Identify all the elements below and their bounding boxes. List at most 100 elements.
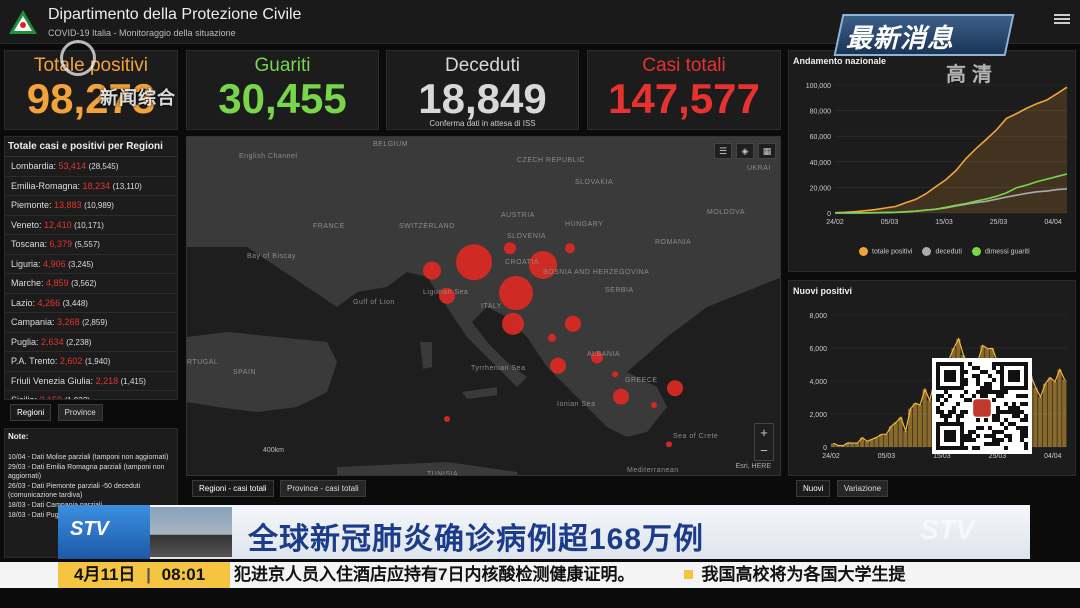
- region-row: Emilia-Romagna: 18,234 (13,110): [5, 177, 177, 196]
- note-line: 10/04 - Dati Molise parziali (tamponi no…: [8, 454, 169, 461]
- tab-nuovi[interactable]: Nuovi: [796, 480, 831, 497]
- case-bubble[interactable]: [456, 244, 492, 281]
- case-bubble[interactable]: [613, 388, 629, 405]
- map-scale: 400km: [263, 447, 285, 454]
- map-label: HUNGARY: [565, 221, 604, 228]
- bar[interactable]: [927, 400, 932, 447]
- region-row: Veneto: 12,410 (10,171): [5, 216, 177, 235]
- case-bubble[interactable]: [667, 380, 683, 397]
- region-positivi: 2,602: [59, 356, 83, 366]
- map-label: AUSTRIA: [501, 212, 535, 219]
- hamburger-menu-icon[interactable]: [1054, 12, 1070, 28]
- layers-icon[interactable]: ◈: [736, 143, 754, 159]
- y-tick-label: 80,000: [810, 109, 832, 116]
- bar[interactable]: [1033, 387, 1038, 447]
- regions-panel[interactable]: Totale casi e positivi per Regioni Lomba…: [4, 136, 178, 400]
- app-title: Dipartimento della Protezione Civile: [48, 6, 302, 23]
- x-tick-label: 04/04: [1044, 219, 1062, 226]
- line-chart: 0 20,000 40,000 60,000 80,000 100,000 24/02 05/…: [806, 83, 1068, 226]
- bar[interactable]: [1038, 396, 1043, 447]
- regions-title: Totale casi e positivi per Regioni: [5, 137, 177, 157]
- map-label: ITALY: [481, 303, 502, 310]
- list-icon[interactable]: ☰: [714, 143, 732, 159]
- case-bubble[interactable]: [502, 312, 524, 335]
- ticker-time: 08:01: [161, 565, 206, 584]
- case-bubble[interactable]: [565, 243, 575, 254]
- region-row: Sicilia: 2,159 (1,932): [5, 391, 177, 399]
- tab-regioni-casi-totali[interactable]: Regioni - casi totali: [192, 480, 274, 497]
- map-label: SLOVAKIA: [575, 179, 614, 186]
- y-tick-label: 100,000: [806, 83, 831, 90]
- case-bubble[interactable]: [666, 441, 672, 448]
- chart-title: Nuovi positivi: [793, 286, 853, 296]
- region-guariti: (13,110): [112, 181, 142, 191]
- bar[interactable]: [1057, 369, 1062, 447]
- map-label: SWITZERLAND: [399, 223, 455, 230]
- case-bubble[interactable]: [550, 357, 566, 374]
- y-tick-label: 4,000: [809, 379, 827, 386]
- map-view[interactable]: BELGIUM English Channel CZECH REPUBLIC SLOV…: [186, 136, 781, 476]
- bar[interactable]: [903, 430, 908, 447]
- bar[interactable]: [1042, 383, 1048, 447]
- bar[interactable]: [1062, 379, 1067, 447]
- region-guariti: (3,245): [68, 259, 94, 269]
- bar[interactable]: [1052, 381, 1057, 447]
- region-name: Toscana:: [11, 239, 48, 249]
- region-positivi: 2,634: [41, 336, 64, 347]
- ticker-item-2: 我国高校将为各国大学生提: [701, 565, 906, 584]
- note-line: 29/03 - Dati Emilia Romagna parziali (ta…: [8, 464, 165, 480]
- region-positivi: 3,268: [57, 317, 80, 327]
- channel-name: 新闻综合: [100, 88, 176, 108]
- stat-guariti: Guariti 30,455: [186, 50, 379, 130]
- x-tick-label: 15/03: [935, 219, 953, 226]
- zoom-out-button[interactable]: −: [755, 442, 773, 460]
- map-label: Ionian Sea: [557, 401, 596, 408]
- bar[interactable]: [893, 422, 898, 447]
- tab-variazione[interactable]: Variazione: [836, 480, 889, 497]
- regions-tabs: Regioni Province: [10, 402, 105, 421]
- bar[interactable]: [874, 437, 879, 447]
- case-bubble[interactable]: [504, 242, 516, 255]
- region-positivi: 2,218: [95, 375, 119, 386]
- bar[interactable]: [864, 441, 869, 447]
- legend-swatch: [859, 247, 868, 256]
- stat-label: Casi totali: [642, 55, 726, 76]
- ticker-date: 4月11日: [74, 565, 136, 584]
- case-bubble[interactable]: [548, 333, 556, 342]
- case-bubble[interactable]: [565, 315, 581, 332]
- case-bubble[interactable]: [651, 402, 657, 408]
- map-label: BELGIUM: [373, 141, 409, 148]
- y-tick-label: 20,000: [810, 185, 832, 192]
- bar[interactable]: [1047, 377, 1052, 447]
- region-positivi: 12,410: [44, 219, 72, 230]
- region-positivi: 6,379: [49, 239, 73, 249]
- zoom-in-button[interactable]: +: [755, 424, 773, 442]
- case-bubble[interactable]: [612, 371, 618, 378]
- map-label: TUNISIA: [427, 471, 459, 476]
- basemap-icon[interactable]: ▦: [758, 143, 776, 159]
- tab-regioni[interactable]: Regioni: [10, 404, 52, 421]
- region-positivi: 13,883: [54, 200, 82, 210]
- map-label: GREECE: [625, 377, 658, 384]
- tab-province[interactable]: Province: [57, 404, 103, 421]
- bar[interactable]: [879, 434, 884, 447]
- y-tick-label: 0: [823, 445, 827, 452]
- stat-label: Deceduti: [445, 55, 520, 76]
- x-tick-label: 05/03: [881, 219, 899, 226]
- y-tick-label: 60,000: [810, 134, 832, 141]
- tab-province-casi-totali[interactable]: Province - casi totali: [280, 480, 366, 497]
- bar[interactable]: [883, 434, 889, 447]
- case-bubble[interactable]: [499, 276, 533, 310]
- case-bubble[interactable]: [444, 416, 450, 422]
- bar[interactable]: [912, 403, 918, 447]
- region-guariti: (5,557): [74, 240, 100, 249]
- bar[interactable]: [922, 389, 927, 447]
- stat-deceduti: Deceduti 18,849 Conferma dati in attesa …: [386, 50, 579, 130]
- region-name: Lombardia:: [11, 161, 57, 171]
- stat-casi-totali: Casi totali 147,577: [587, 50, 781, 130]
- case-bubble[interactable]: [423, 261, 441, 280]
- region-row: Campania: 3,268 (2,859): [5, 313, 177, 333]
- bar[interactable]: [917, 404, 922, 447]
- region-row: Piemonte: 13,883 (10,989): [5, 196, 177, 216]
- region-name: Veneto:: [11, 219, 42, 230]
